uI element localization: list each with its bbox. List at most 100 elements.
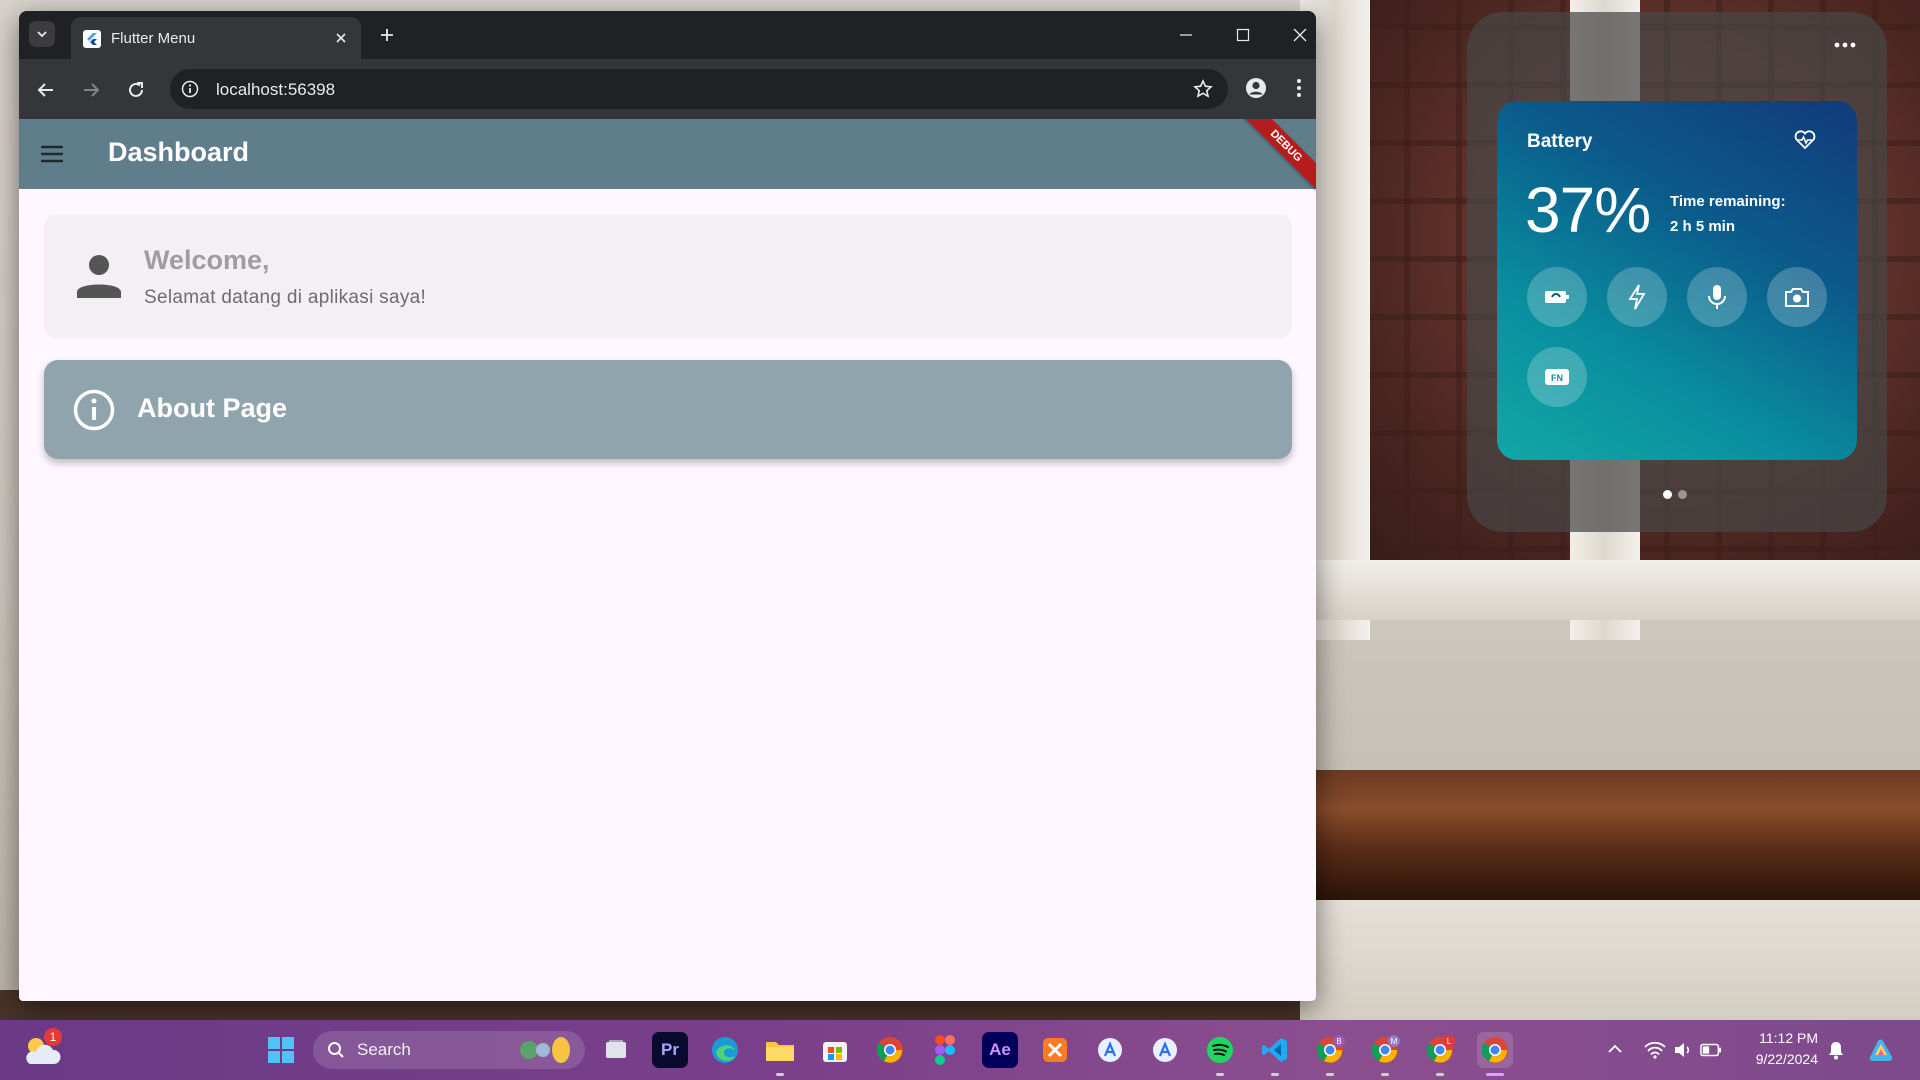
camera-icon [1785,288,1809,307]
spotify-icon[interactable] [1202,1032,1238,1068]
task-view-button[interactable] [598,1032,634,1068]
hamburger-icon [41,145,63,163]
welcome-title: Welcome, [144,245,270,275]
page-dot[interactable] [1678,490,1687,499]
edge-icon[interactable] [707,1032,743,1068]
maximize-button[interactable] [1231,23,1255,47]
arrow-left-icon [37,83,53,97]
chrome-profile-m-icon[interactable]: M [1367,1032,1403,1068]
windows-icon [268,1037,294,1063]
wifi-icon[interactable] [1644,1039,1666,1061]
chrome-profile-l-icon[interactable]: L [1422,1032,1458,1068]
show-hidden-icons-button[interactable] [1606,1040,1624,1058]
fn-key-button[interactable]: FN [1527,347,1587,407]
forward-button[interactable] [78,77,104,103]
taskbar-search[interactable]: Search [313,1031,585,1069]
app-store-icon[interactable] [1092,1032,1128,1068]
back-button[interactable] [33,77,59,103]
wallpaper-sill [1300,770,1920,900]
microsoft-store-icon[interactable] [817,1032,853,1068]
flutter-icon [83,30,101,48]
battery-saver-icon [1545,291,1569,303]
premiere-pro-label: Pr [661,1040,679,1059]
chevron-up-icon [1608,1044,1622,1053]
time-remaining-label: Time remaining: [1670,193,1786,210]
plus-icon [381,29,393,41]
page-dot-active[interactable] [1663,490,1672,499]
vscode-icon[interactable] [1257,1032,1293,1068]
app-store-icon[interactable] [1147,1032,1183,1068]
profile-button[interactable] [1243,75,1269,101]
close-icon [336,33,346,43]
start-button[interactable] [263,1032,299,1068]
battery-percent: 37% [1525,174,1651,246]
kebab-menu-icon [1297,79,1301,97]
about-label: About Page [137,393,288,423]
address-bar[interactable]: localhost:56398 [170,69,1228,109]
minimize-button[interactable] [1174,23,1198,47]
battery-widget: Battery 37% Time remaining: 2 h 5 min FN [1497,101,1857,460]
info-icon [72,388,116,432]
time-remaining-value: 2 h 5 min [1670,218,1736,235]
search-highlight-icon [520,1037,570,1063]
clock-time[interactable]: 11:12 PM [1734,1030,1818,1046]
camera-button[interactable] [1767,267,1827,327]
battery-icon[interactable] [1700,1039,1722,1061]
bookmark-star-icon[interactable] [1192,78,1214,100]
browser-window: Flutter Menu localhost:56398 Dashboard D… [19,11,1316,1001]
url-text: localhost:56398 [216,80,336,99]
battery-health-icon[interactable] [1793,129,1817,151]
browser-tab[interactable]: Flutter Menu [71,17,361,59]
profile-m-label: M [1391,1037,1398,1046]
reload-button[interactable] [123,77,149,103]
copilot-icon[interactable] [1866,1035,1896,1065]
clock-date[interactable]: 9/22/2024 [1734,1051,1818,1067]
more-options-icon[interactable] [1833,38,1857,52]
maximize-icon [1236,28,1250,42]
chrome-active-icon[interactable] [1477,1032,1513,1068]
xampp-icon[interactable] [1037,1032,1073,1068]
tab-close-button[interactable] [331,28,351,48]
running-indicator [776,1073,784,1076]
power-mode-button[interactable] [1607,267,1667,327]
chrome-profile-b-icon[interactable]: B [1312,1032,1348,1068]
browser-menu-button[interactable] [1286,75,1312,101]
running-indicator [1381,1073,1389,1076]
window-close-button[interactable] [1288,23,1312,47]
flutter-page: Dashboard DEBUG Welcome, Selamat datang … [19,119,1316,1001]
site-info-icon[interactable] [180,79,200,99]
chrome-icon[interactable] [872,1032,908,1068]
notification-badge: 1 [44,1028,62,1046]
profile-icon [1246,78,1266,98]
tab-title: Flutter Menu [111,30,196,47]
figma-icon[interactable] [927,1032,963,1068]
microphone-icon [1708,285,1726,309]
welcome-card: Welcome, Selamat datang di aplikasi saya… [44,215,1292,338]
battery-saver-button[interactable] [1527,267,1587,327]
widget-board: Battery 37% Time remaining: 2 h 5 min FN [1467,12,1887,532]
tab-strip: Flutter Menu [19,11,1316,59]
page-title: Dashboard [108,137,250,167]
tab-search-button[interactable] [29,21,55,47]
browser-toolbar: localhost:56398 [19,59,1316,119]
volume-icon[interactable] [1672,1039,1694,1061]
weather-widget[interactable]: 1 [22,1028,62,1068]
running-indicator [1326,1073,1334,1076]
wallpaper-panel [1300,900,1920,1020]
battery-title: Battery [1527,131,1593,152]
fn-key-label: FN [1551,373,1563,383]
running-indicator [1216,1073,1224,1076]
premiere-pro-icon[interactable]: Pr [652,1032,688,1068]
new-tab-button[interactable] [375,23,399,47]
widget-page-dots [1663,490,1687,499]
folder-icon[interactable] [762,1032,798,1068]
profile-b-label: B [1336,1037,1341,1046]
drawer-menu-button[interactable] [39,141,65,167]
after-effects-icon[interactable]: Ae [982,1032,1018,1068]
search-label: Search [357,1040,411,1059]
about-page-button[interactable]: About Page [44,360,1292,459]
wallpaper-frame [1300,560,1920,620]
microphone-button[interactable] [1687,267,1747,327]
notification-bell-icon[interactable] [1825,1039,1847,1061]
after-effects-label: Ae [989,1040,1011,1059]
